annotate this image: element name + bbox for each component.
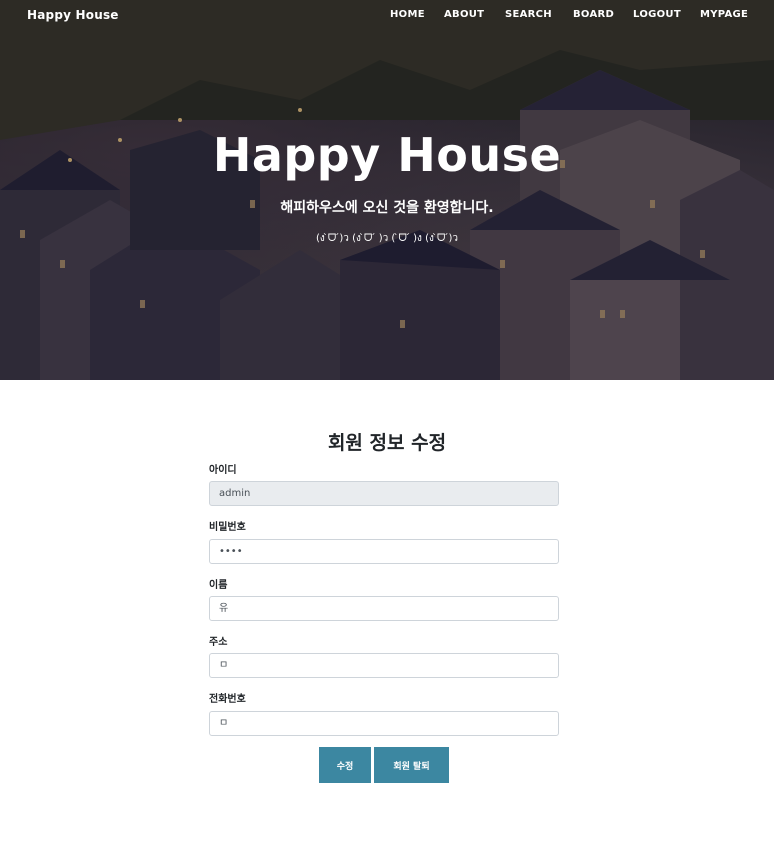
nav-home[interactable]: HOME xyxy=(390,9,425,20)
id-field: admin xyxy=(209,481,559,506)
nav-about[interactable]: ABOUT xyxy=(444,9,484,20)
hero-title: Happy House xyxy=(212,128,562,182)
password-field[interactable]: •••• xyxy=(209,539,559,564)
name-label: 이름 xyxy=(209,580,228,591)
hero-section: Happy House HOME ABOUT SEARCH BOARD LOGO… xyxy=(0,0,774,380)
address-label: 주소 xyxy=(209,637,228,648)
hero-overlay xyxy=(0,0,774,380)
nav-mypage[interactable]: MYPAGE xyxy=(700,9,748,20)
top-navbar: Happy House HOME ABOUT SEARCH BOARD LOGO… xyxy=(0,0,774,32)
form-title: 회원 정보 수정 xyxy=(327,432,447,454)
nav-menu: HOME ABOUT SEARCH BOARD LOGOUT MYPAGE xyxy=(0,9,774,23)
phone-label: 전화번호 xyxy=(209,694,246,705)
address-field[interactable]: ㅁ xyxy=(209,653,559,678)
id-label: 아이디 xyxy=(209,465,237,476)
name-field[interactable]: 유 xyxy=(209,596,559,621)
hero-subtitle: 해피하우스에 오신 것을 환영합니다. xyxy=(280,200,494,216)
password-label: 비밀번호 xyxy=(209,522,246,533)
nav-logout[interactable]: LOGOUT xyxy=(633,9,681,20)
update-button[interactable]: 수정 xyxy=(319,747,371,783)
nav-search[interactable]: SEARCH xyxy=(505,9,552,20)
hero-emoticon: (ง ̀ᗜ ́)ว (ง ̀ᗜ ́ )ว ( ̀ᗜ ́ )ง (ง ̀ᗜ ́)ว xyxy=(315,233,459,244)
phone-field[interactable]: ㅁ xyxy=(209,711,559,736)
withdraw-button[interactable]: 회원 탈퇴 xyxy=(374,747,449,783)
nav-board[interactable]: BOARD xyxy=(573,9,614,20)
